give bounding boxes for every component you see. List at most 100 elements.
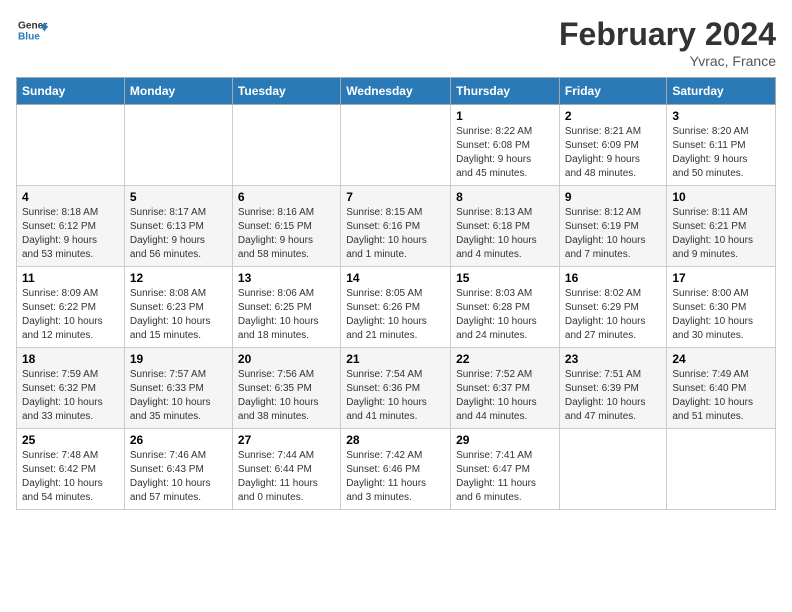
calendar-cell: 19Sunrise: 7:57 AM Sunset: 6:33 PM Dayli…: [124, 348, 232, 429]
day-info: Sunrise: 7:42 AM Sunset: 6:46 PM Dayligh…: [346, 449, 445, 505]
day-number: 23: [565, 352, 661, 366]
calendar-cell: 28 Sunrise: 7:42 AM Sunset: 6:46 PM Dayli…: [341, 429, 451, 510]
calendar-cell: 10 Sunrise: 8:11 AM Sunset: 6:21 PM Dayli…: [667, 186, 776, 267]
day-info: Sunrise: 8:18 AM Sunset: 6:12 PM Dayligh…: [22, 206, 119, 262]
day-info: Sunrise: 8:08 AM Sunset: 6:23 PM Dayligh…: [130, 287, 227, 343]
calendar-cell: 12 Sunrise: 8:08 AM Sunset: 6:23 PM Dayli…: [124, 267, 232, 348]
day-info: Sunrise: 7:46 AM Sunset: 6:43 PM Dayligh…: [130, 449, 227, 505]
day-number: 24: [672, 352, 770, 366]
day-number: 21: [346, 352, 445, 366]
calendar-cell: [341, 105, 451, 186]
calendar-cell: [559, 429, 666, 510]
day-number: 18: [22, 352, 119, 366]
day-number: 12: [130, 271, 227, 285]
day-number: 22: [456, 352, 554, 366]
calendar-cell: 5 Sunrise: 8:17 AM Sunset: 6:13 PM Daylig…: [124, 186, 232, 267]
day-info: Sunrise: 8:05 AM Sunset: 6:26 PM Dayligh…: [346, 287, 445, 343]
calendar-cell: 1Sunrise: 8:22 AM Sunset: 6:08 PM Daylig…: [451, 105, 560, 186]
calendar-cell: 11 Sunrise: 8:09 AM Sunset: 6:22 PM Dayli…: [17, 267, 125, 348]
day-info: Sunrise: 7:52 AM Sunset: 6:37 PM Dayligh…: [456, 368, 554, 424]
calendar-cell: 25 Sunrise: 7:48 AM Sunset: 6:42 PM Dayli…: [17, 429, 125, 510]
calendar-cell: 22 Sunrise: 7:52 AM Sunset: 6:37 PM Dayli…: [451, 348, 560, 429]
calendar-cell: 14Sunrise: 8:05 AM Sunset: 6:26 PM Dayli…: [341, 267, 451, 348]
calendar-cell: 15Sunrise: 8:03 AM Sunset: 6:28 PM Dayli…: [451, 267, 560, 348]
day-info: Sunrise: 7:59 AM Sunset: 6:32 PM Dayligh…: [22, 368, 119, 424]
calendar-cell: 17 Sunrise: 8:00 AM Sunset: 6:30 PM Dayli…: [667, 267, 776, 348]
calendar-cell: 8 Sunrise: 8:13 AM Sunset: 6:18 PM Daylig…: [451, 186, 560, 267]
day-number: 27: [238, 433, 335, 447]
location: Yvrac, France: [559, 53, 776, 69]
calendar-cell: 3Sunrise: 8:20 AM Sunset: 6:11 PM Daylig…: [667, 105, 776, 186]
day-info: Sunrise: 8:09 AM Sunset: 6:22 PM Dayligh…: [22, 287, 119, 343]
day-number: 17: [672, 271, 770, 285]
day-info: Sunrise: 8:22 AM Sunset: 6:08 PM Dayligh…: [456, 125, 554, 181]
svg-text:Blue: Blue: [18, 31, 40, 42]
day-number: 11: [22, 271, 119, 285]
day-number: 26: [130, 433, 227, 447]
calendar-cell: 20 Sunrise: 7:56 AM Sunset: 6:35 PM Dayli…: [232, 348, 340, 429]
day-number: 13: [238, 271, 335, 285]
day-number: 7: [346, 190, 445, 204]
calendar-cell: 29 Sunrise: 7:41 AM Sunset: 6:47 PM Dayli…: [451, 429, 560, 510]
day-number: 9: [565, 190, 661, 204]
day-number: 4: [22, 190, 119, 204]
calendar-cell: 24 Sunrise: 7:49 AM Sunset: 6:40 PM Dayli…: [667, 348, 776, 429]
day-info: Sunrise: 8:02 AM Sunset: 6:29 PM Dayligh…: [565, 287, 661, 343]
page-header: General Blue February 2024 Yvrac, France: [16, 16, 776, 69]
day-number: 25: [22, 433, 119, 447]
calendar-cell: 2 Sunrise: 8:21 AM Sunset: 6:09 PM Daylig…: [559, 105, 666, 186]
calendar-cell: 9 Sunrise: 8:12 AM Sunset: 6:19 PM Daylig…: [559, 186, 666, 267]
calendar-cell: 7Sunrise: 8:15 AM Sunset: 6:16 PM Daylig…: [341, 186, 451, 267]
calendar-cell: [124, 105, 232, 186]
day-info: Sunrise: 7:48 AM Sunset: 6:42 PM Dayligh…: [22, 449, 119, 505]
day-info: Sunrise: 8:21 AM Sunset: 6:09 PM Dayligh…: [565, 125, 661, 181]
day-info: Sunrise: 8:00 AM Sunset: 6:30 PM Dayligh…: [672, 287, 770, 343]
day-number: 10: [672, 190, 770, 204]
day-info: Sunrise: 8:20 AM Sunset: 6:11 PM Dayligh…: [672, 125, 770, 181]
day-number: 16: [565, 271, 661, 285]
day-info: Sunrise: 7:49 AM Sunset: 6:40 PM Dayligh…: [672, 368, 770, 424]
day-info: Sunrise: 8:16 AM Sunset: 6:15 PM Dayligh…: [238, 206, 335, 262]
day-number: 20: [238, 352, 335, 366]
day-number: 28: [346, 433, 445, 447]
weekday-header-friday: Friday: [559, 78, 666, 105]
calendar-cell: 26 Sunrise: 7:46 AM Sunset: 6:43 PM Dayli…: [124, 429, 232, 510]
weekday-header-saturday: Saturday: [667, 78, 776, 105]
weekday-header-thursday: Thursday: [451, 78, 560, 105]
day-info: Sunrise: 8:06 AM Sunset: 6:25 PM Dayligh…: [238, 287, 335, 343]
day-info: Sunrise: 7:56 AM Sunset: 6:35 PM Dayligh…: [238, 368, 335, 424]
calendar-table: SundayMondayTuesdayWednesdayThursdayFrid…: [16, 77, 776, 510]
day-info: Sunrise: 8:17 AM Sunset: 6:13 PM Dayligh…: [130, 206, 227, 262]
weekday-header-tuesday: Tuesday: [232, 78, 340, 105]
calendar-cell: [667, 429, 776, 510]
day-info: Sunrise: 7:44 AM Sunset: 6:44 PM Dayligh…: [238, 449, 335, 505]
day-number: 8: [456, 190, 554, 204]
weekday-header-sunday: Sunday: [17, 78, 125, 105]
logo-icon: General Blue: [16, 16, 48, 44]
calendar-cell: [232, 105, 340, 186]
calendar-cell: 16 Sunrise: 8:02 AM Sunset: 6:29 PM Dayli…: [559, 267, 666, 348]
day-number: 2: [565, 109, 661, 123]
day-number: 6: [238, 190, 335, 204]
day-info: Sunrise: 7:57 AM Sunset: 6:33 PM Dayligh…: [130, 368, 227, 424]
day-info: Sunrise: 8:13 AM Sunset: 6:18 PM Dayligh…: [456, 206, 554, 262]
day-info: Sunrise: 8:11 AM Sunset: 6:21 PM Dayligh…: [672, 206, 770, 262]
calendar-cell: 27 Sunrise: 7:44 AM Sunset: 6:44 PM Dayli…: [232, 429, 340, 510]
day-info: Sunrise: 7:41 AM Sunset: 6:47 PM Dayligh…: [456, 449, 554, 505]
day-number: 29: [456, 433, 554, 447]
weekday-header-wednesday: Wednesday: [341, 78, 451, 105]
calendar-cell: 23 Sunrise: 7:51 AM Sunset: 6:39 PM Dayli…: [559, 348, 666, 429]
calendar-cell: [17, 105, 125, 186]
logo: General Blue: [16, 16, 48, 44]
day-number: 5: [130, 190, 227, 204]
day-info: Sunrise: 8:12 AM Sunset: 6:19 PM Dayligh…: [565, 206, 661, 262]
calendar-cell: 6 Sunrise: 8:16 AM Sunset: 6:15 PM Daylig…: [232, 186, 340, 267]
title-section: February 2024 Yvrac, France: [559, 16, 776, 69]
day-info: Sunrise: 7:51 AM Sunset: 6:39 PM Dayligh…: [565, 368, 661, 424]
calendar-cell: 4 Sunrise: 8:18 AM Sunset: 6:12 PM Daylig…: [17, 186, 125, 267]
calendar-cell: 18 Sunrise: 7:59 AM Sunset: 6:32 PM Dayli…: [17, 348, 125, 429]
calendar-cell: 13 Sunrise: 8:06 AM Sunset: 6:25 PM Dayli…: [232, 267, 340, 348]
month-title: February 2024: [559, 16, 776, 53]
day-info: Sunrise: 8:03 AM Sunset: 6:28 PM Dayligh…: [456, 287, 554, 343]
calendar-cell: 21Sunrise: 7:54 AM Sunset: 6:36 PM Dayli…: [341, 348, 451, 429]
